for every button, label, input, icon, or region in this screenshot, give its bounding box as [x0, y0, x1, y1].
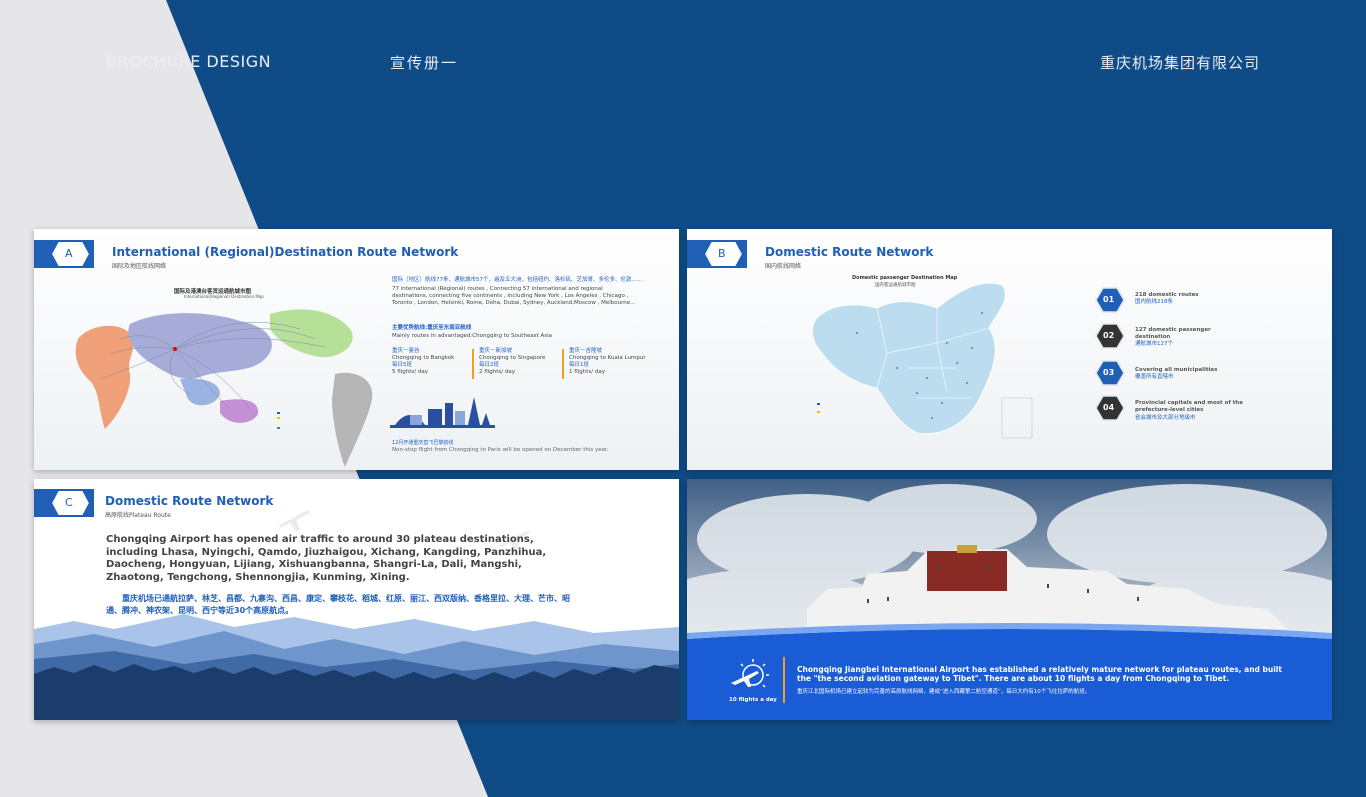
route-en: Chongqing to Bangkok — [392, 355, 455, 361]
badge-b-letter: B — [718, 247, 726, 260]
route-freq: 5 flights/ day — [392, 369, 428, 375]
route-freq-cn: 每日1班 — [569, 362, 589, 368]
stat-item: 03 Covering all municipalities 覆盖所有直辖市 — [1095, 360, 1325, 386]
route-freq: 2 flights/ day — [479, 369, 515, 375]
route-divider — [562, 349, 564, 379]
stat-item: 01 218 domestic routes 国内航线218条 — [1095, 287, 1325, 313]
route-cn: 重庆－曼谷 — [392, 348, 420, 354]
slide-plateau-routes: C Domestic Route Network 高原航线Plateau Rou… — [34, 479, 679, 720]
stat-number: 04 — [1103, 403, 1115, 412]
stat-item: 04 Provincial capitals and most of the p… — [1095, 395, 1325, 423]
plateau-description-en: Chongqing Airport has opened air traffic… — [106, 534, 547, 583]
stat-text-cn: 覆盖所有直辖市 — [1135, 374, 1174, 380]
stat-text: 127 domestic passenger destination — [1135, 327, 1211, 340]
route-divider — [472, 349, 474, 379]
stat-number: 02 — [1103, 331, 1115, 340]
stat-text: 218 domestic routes — [1135, 292, 1199, 298]
slide-c-subtitle: 高原航线Plateau Route — [105, 512, 171, 519]
route-list: 重庆－曼谷 Chongqing to Bangkok 每日5班 5 flight… — [392, 348, 672, 382]
intro-cn: 国际（地区）航线77条，通航城市57个，遍及五大洲，包括纽约、洛杉矶、芝加哥、多… — [392, 277, 643, 283]
stat-text: Covering all municipalities — [1135, 367, 1218, 373]
route-en: Chongqing to Kuala Lumpur — [569, 355, 646, 361]
brochure-design-title: BROCHURE DESIGN — [106, 52, 272, 71]
stat-text: Provincial capitals and most of the pref… — [1135, 400, 1243, 413]
company-name: 重庆机场集团有限公司 — [1100, 54, 1261, 72]
slide-tibet-gateway: 10 flights a day Chongqing Jiangbei Inte… — [687, 479, 1332, 720]
paris-cn: 12月开通重庆直飞巴黎航线 — [392, 440, 454, 446]
intro-en: 77 international (Regional) routes , Con… — [392, 286, 636, 306]
brochure-one-title: 宣传册一 — [390, 54, 459, 72]
badge-c-letter: C — [65, 496, 73, 509]
world-map-image — [75, 309, 373, 467]
slide-b-subtitle: 国内航线网络 — [765, 263, 802, 270]
advantage-cn: 主要优势航线:重庆至东南亚航线 — [392, 325, 472, 331]
route-item: 重庆－吉隆坡 Chongqing to Kuala Lumpur 每日1班 1 … — [569, 348, 669, 376]
route-item: 重庆－曼谷 Chongqing to Bangkok 每日5班 5 flight… — [392, 348, 472, 376]
divider-line — [783, 657, 785, 703]
stat-number: 03 — [1103, 368, 1115, 377]
slide-b-title: Domestic Route Network — [765, 245, 934, 259]
advantage-en: Mainly routes in advantaged:Chongqing to… — [392, 333, 553, 339]
tibet-description-cn: 重庆江北国际机场已建立起较为完善的高原航线网络，建成“进入西藏第二航空通道”，每… — [797, 689, 1091, 695]
stat-number: 01 — [1103, 295, 1115, 304]
paris-en: Non-stop flight from Chongqing to Paris … — [392, 447, 609, 453]
paris-skyline-icon — [390, 397, 495, 428]
mountains-image — [34, 614, 679, 720]
route-item: 重庆－新加坡 Chongqing to Singapore 每日2班 2 fli… — [479, 348, 564, 376]
slide-c-title: Domestic Route Network — [105, 494, 274, 508]
stat-item: 02 127 domestic passenger destination 通航… — [1095, 323, 1325, 349]
badge-a-letter: A — [65, 247, 73, 260]
slide-domestic-routes: B Domestic Route Network 国内航线网络 Domestic… — [687, 229, 1332, 470]
airplane-sun-icon — [731, 659, 769, 688]
flights-per-day-label: 10 flights a day — [729, 697, 777, 703]
route-freq-cn: 每日5班 — [392, 362, 412, 368]
stat-text-cn: 省会城市及大部分地级市 — [1135, 415, 1196, 421]
route-en: Chongqing to Singapore — [479, 355, 546, 361]
tibet-description-en: Chongqing Jiangbei International Airport… — [797, 665, 1282, 683]
route-cn: 重庆－新加坡 — [479, 348, 513, 354]
route-freq: 1 flights/ day — [569, 369, 605, 375]
slide-international-routes: A International (Regional)Destination Ro… — [34, 229, 679, 470]
route-cn: 重庆－吉隆坡 — [569, 348, 603, 354]
airplane-watermark-icon — [278, 510, 310, 531]
stat-text-cn: 通航城市127个 — [1135, 341, 1173, 347]
slide-a-title: International (Regional)Destination Rout… — [112, 245, 459, 259]
stat-text-cn: 国内航线218条 — [1135, 299, 1173, 305]
slide-a-subtitle: 国际及地区航线网络 — [112, 263, 167, 270]
china-map-image — [812, 282, 1033, 439]
route-freq-cn: 每日2班 — [479, 362, 499, 368]
